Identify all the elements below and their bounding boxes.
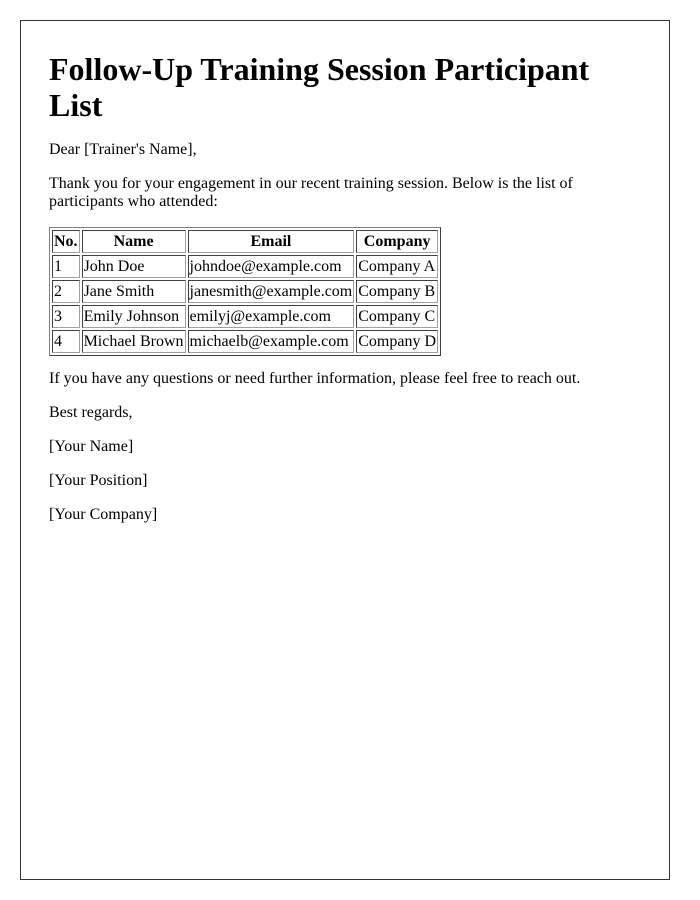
sign-off: Best regards, xyxy=(49,404,133,421)
letter-container: Follow-Up Training Session Participant L… xyxy=(20,20,670,880)
header-name: Name xyxy=(81,230,186,253)
cell-email: michaelb@example.com xyxy=(187,330,355,353)
cell-company: Company A xyxy=(356,255,439,278)
sender-position: [Your Position] xyxy=(49,472,148,489)
header-number: No. xyxy=(52,230,80,253)
table-row: 4 Michael Brown michaelb@example.com Com… xyxy=(52,330,439,353)
cell-email: janesmith@example.com xyxy=(187,280,355,303)
cell-number: 1 xyxy=(52,255,80,278)
table-row: 2 Jane Smith janesmith@example.com Compa… xyxy=(52,280,439,303)
cell-number: 4 xyxy=(52,330,80,353)
cell-number: 3 xyxy=(52,305,80,328)
cell-name: Jane Smith xyxy=(81,280,186,303)
closing-note: If you have any questions or need furthe… xyxy=(49,370,581,387)
cell-email: johndoe@example.com xyxy=(187,255,355,278)
header-company: Company xyxy=(356,230,439,253)
header-email: Email xyxy=(187,230,355,253)
table-header-row: No. Name Email Company xyxy=(52,230,439,253)
cell-name: John Doe xyxy=(81,255,186,278)
participants-table: No. Name Email Company 1 John Doe johndo… xyxy=(49,227,442,356)
greeting: Dear [Trainer's Name], xyxy=(49,141,197,158)
cell-company: Company C xyxy=(356,305,439,328)
cell-name: Michael Brown xyxy=(81,330,186,353)
sender-name: [Your Name] xyxy=(49,438,134,455)
cell-company: Company D xyxy=(356,330,439,353)
intro-paragraph: Thank you for your engagement in our rec… xyxy=(49,175,573,210)
cell-name: Emily Johnson xyxy=(81,305,186,328)
table-row: 3 Emily Johnson emilyj@example.com Compa… xyxy=(52,305,439,328)
letter-body: Follow-Up Training Session Participant L… xyxy=(49,51,642,524)
cell-email: emilyj@example.com xyxy=(187,305,355,328)
cell-company: Company B xyxy=(356,280,439,303)
sender-company: [Your Company] xyxy=(49,506,158,523)
table-row: 1 John Doe johndoe@example.com Company A xyxy=(52,255,439,278)
page-title: Follow-Up Training Session Participant L… xyxy=(49,51,590,123)
cell-number: 2 xyxy=(52,280,80,303)
